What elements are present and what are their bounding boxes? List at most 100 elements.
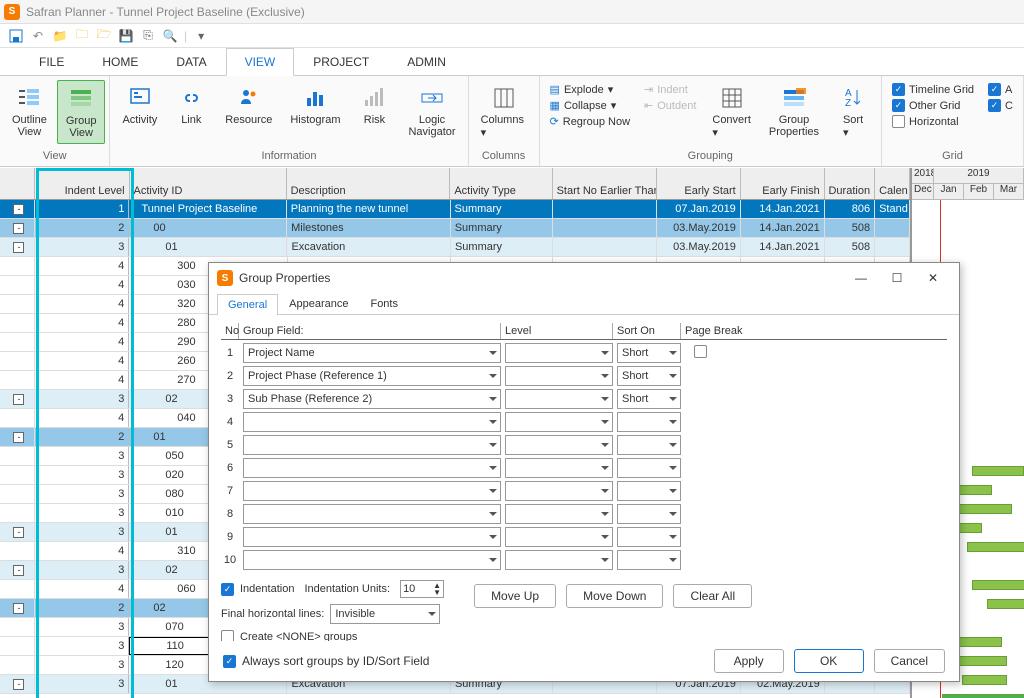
explode-button[interactable]: ▤Explode ▾ (548, 82, 632, 97)
tab-home[interactable]: HOME (83, 48, 157, 76)
activity-id-cell[interactable]: 01 (129, 238, 287, 256)
level-select[interactable] (505, 343, 613, 363)
group-field-select[interactable] (243, 527, 501, 547)
clear-all-button[interactable]: Clear All (673, 584, 752, 608)
table-row[interactable]: -1Tunnel Project BaselinePlanning the ne… (0, 200, 910, 219)
group-field-select[interactable] (243, 435, 501, 455)
sort-select[interactable]: Short (617, 343, 681, 363)
dialog-titlebar[interactable]: S Group Properties — ☐ ✕ (209, 263, 959, 293)
a-check[interactable]: ✓A (986, 82, 1015, 97)
regroup-button[interactable]: ⟳Regroup Now (548, 114, 632, 129)
expander-icon[interactable]: - (13, 432, 24, 443)
other-grid-check[interactable]: ✓Other Grid (890, 98, 976, 113)
sort-select[interactable] (617, 458, 681, 478)
resource-button[interactable]: Resource (217, 80, 280, 130)
expander-icon[interactable]: - (13, 242, 24, 253)
level-select[interactable] (505, 504, 613, 524)
folder-new-icon[interactable]: 🗁 (96, 28, 112, 44)
expander-icon[interactable]: - (13, 603, 24, 614)
col-early-finish[interactable]: Early Finish (741, 168, 825, 199)
cancel-button[interactable]: Cancel (874, 649, 945, 673)
level-select[interactable] (505, 412, 613, 432)
gantt-bar[interactable] (962, 675, 1007, 685)
desc-cell[interactable]: Excavation (287, 238, 451, 256)
level-select[interactable] (505, 550, 613, 570)
level-select[interactable] (505, 458, 613, 478)
risk-button[interactable]: Risk (350, 80, 398, 130)
expander-icon[interactable]: - (13, 527, 24, 538)
activity-id-cell[interactable]: 00 (129, 219, 287, 237)
group-field-select[interactable] (243, 504, 501, 524)
snet-cell[interactable] (553, 219, 657, 237)
col-calendar[interactable]: Calen (875, 168, 910, 199)
convert-button[interactable]: Convert▾ (704, 80, 759, 143)
copy-icon[interactable]: ⎘ (140, 28, 156, 44)
tab-file[interactable]: FILE (20, 48, 83, 76)
c-check[interactable]: ✓C (986, 98, 1015, 113)
sort-select[interactable] (617, 412, 681, 432)
level-select[interactable] (505, 481, 613, 501)
folder-open-icon[interactable]: 📁 (52, 28, 68, 44)
activity-button[interactable]: Activity (114, 80, 165, 130)
timeline-grid-check[interactable]: ✓Timeline Grid (890, 82, 976, 97)
folder-icon[interactable]: 🗀 (74, 28, 90, 44)
expander-icon[interactable]: - (13, 204, 24, 215)
col-duration[interactable]: Duration (825, 168, 875, 199)
gantt-bar[interactable] (987, 599, 1024, 609)
group-field-select[interactable]: Project Name (243, 343, 501, 363)
sort-button[interactable]: AZSort▾ (829, 80, 877, 143)
group-properties-button[interactable]: Group Properties (761, 80, 827, 142)
preview-icon[interactable]: 🔍 (162, 28, 178, 44)
maximize-button[interactable]: ☐ (879, 266, 915, 290)
desc-cell[interactable]: Planning the new tunnel (287, 200, 451, 218)
sort-select[interactable]: Short (617, 366, 681, 386)
level-select[interactable] (505, 435, 613, 455)
sort-select[interactable] (617, 481, 681, 501)
group-field-select[interactable] (243, 412, 501, 432)
gantt-bar[interactable] (972, 580, 1024, 590)
sort-select[interactable]: Short (617, 389, 681, 409)
col-description[interactable]: Description (287, 168, 451, 199)
save-as-icon[interactable]: 💾 (118, 28, 134, 44)
indent-units-spinner[interactable]: 10▲▼ (400, 580, 444, 598)
tab-fonts[interactable]: Fonts (359, 293, 409, 314)
group-field-select[interactable]: Project Phase (Reference 1) (243, 366, 501, 386)
group-field-select[interactable]: Sub Phase (Reference 2) (243, 389, 501, 409)
expander-icon[interactable]: - (13, 679, 24, 690)
group-field-select[interactable] (243, 458, 501, 478)
gantt-summary-bar[interactable] (942, 694, 1024, 698)
sort-select[interactable] (617, 435, 681, 455)
level-select[interactable] (505, 389, 613, 409)
snet-cell[interactable] (553, 238, 657, 256)
ok-button[interactable]: OK (794, 649, 864, 673)
chevron-down-icon[interactable]: ▾ (193, 28, 209, 44)
gantt-bar[interactable] (972, 466, 1024, 476)
gantt-bar[interactable] (952, 656, 1007, 666)
expander-icon[interactable]: - (13, 394, 24, 405)
expander-icon[interactable]: - (13, 565, 24, 576)
sort-select[interactable] (617, 527, 681, 547)
group-field-select[interactable] (243, 481, 501, 501)
indent-button[interactable]: ⇥Indent (642, 82, 698, 97)
apply-button[interactable]: Apply (714, 649, 784, 673)
minimize-button[interactable]: — (843, 266, 879, 290)
level-select[interactable] (505, 527, 613, 547)
outline-view-button[interactable]: Outline View (4, 80, 55, 142)
col-snet[interactable]: Start No Earlier Than (553, 168, 657, 199)
fhl-select[interactable]: Invisible (330, 604, 440, 624)
move-up-button[interactable]: Move Up (474, 584, 556, 608)
table-row[interactable]: -301ExcavationSummary03.May.201914.Jan.2… (0, 238, 910, 257)
undo-icon[interactable]: ↶ (30, 28, 46, 44)
snet-cell[interactable] (553, 200, 657, 218)
page-break-check[interactable] (694, 345, 707, 358)
link-button[interactable]: Link (167, 80, 215, 130)
move-down-button[interactable]: Move Down (566, 584, 663, 608)
indentation-check[interactable]: ✓Indentation (221, 583, 294, 596)
tab-general[interactable]: General (217, 294, 278, 315)
col-indent[interactable]: Indent Level (35, 168, 130, 199)
desc-cell[interactable]: Milestones (287, 219, 451, 237)
gantt-bar[interactable] (967, 542, 1024, 552)
activity-id-cell[interactable]: Tunnel Project Baseline (129, 200, 286, 218)
table-row[interactable]: -200MilestonesSummary03.May.201914.Jan.2… (0, 219, 910, 238)
col-activity-type[interactable]: Activity Type (450, 168, 552, 199)
